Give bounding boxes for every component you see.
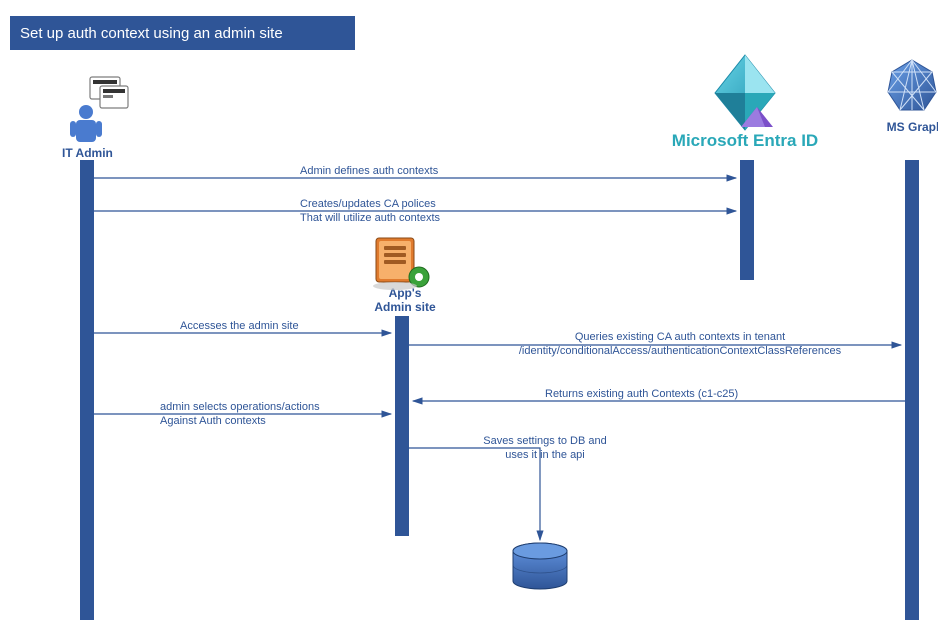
label-it-admin-text: IT Admin [62,146,113,160]
msg-create-policies-l1: Creates/updates CA polices [300,198,436,210]
msg-create-policies: Creates/updates CA polices That will uti… [300,198,440,226]
lifeline-entra [740,160,754,280]
database-icon [513,543,567,589]
msg-query-contexts: Queries existing CA auth contexts in ten… [455,331,905,359]
msg-save-db-l1: Saves settings to DB and [483,435,607,447]
label-admin-site: App's Admin site [370,286,440,314]
msg-access-site-text: Accesses the admin site [180,320,299,332]
msg-save-db-l2: uses it in the api [505,449,585,461]
msg-select-ops-l1: admin selects operations/actions [160,401,320,413]
msg-define-contexts: Admin defines auth contexts [300,165,438,179]
diagram-title-text: Set up auth context using an admin site [20,25,283,42]
svg-overlay [0,0,938,627]
msg-query-contexts-l1: Queries existing CA auth contexts in ten… [575,331,785,343]
label-admin-site-text2: Admin site [374,300,435,314]
label-database: Database [513,567,566,581]
label-database-text: Database [513,567,566,581]
label-ms-graph-text: MS Graph [887,120,938,134]
diagram-title: Set up auth context using an admin site [10,16,355,50]
label-entra-text: Microsoft Entra ID [672,131,818,150]
label-admin-site-text1: App's [389,286,422,300]
label-entra: Microsoft Entra ID [660,131,830,151]
msg-select-ops-l2: Against Auth contexts [160,415,266,427]
msg-select-ops: admin selects operations/actions Against… [160,401,320,429]
it-admin-icon [70,77,128,142]
lifeline-it-admin [80,160,94,620]
msg-define-contexts-text: Admin defines auth contexts [300,165,438,177]
entra-gem-icon [715,55,775,130]
msg-save-db: Saves settings to DB and uses it in the … [475,435,615,463]
lifeline-ms-graph [905,160,919,620]
msg-access-site: Accesses the admin site [180,320,299,334]
lifeline-admin-site [395,316,409,536]
label-ms-graph: MS Graph [885,120,938,134]
msg-query-contexts-l2: /identity/conditionalAccess/authenticati… [519,345,841,357]
label-it-admin: IT Admin [62,146,113,160]
admin-site-server-icon [373,238,429,290]
msg-returns-contexts: Returns existing auth Contexts (c1-c25) [545,388,738,402]
msg-create-policies-l2: That will utilize auth contexts [300,212,440,224]
ms-graph-icon [888,60,936,110]
msg-returns-contexts-text: Returns existing auth Contexts (c1-c25) [545,388,738,400]
